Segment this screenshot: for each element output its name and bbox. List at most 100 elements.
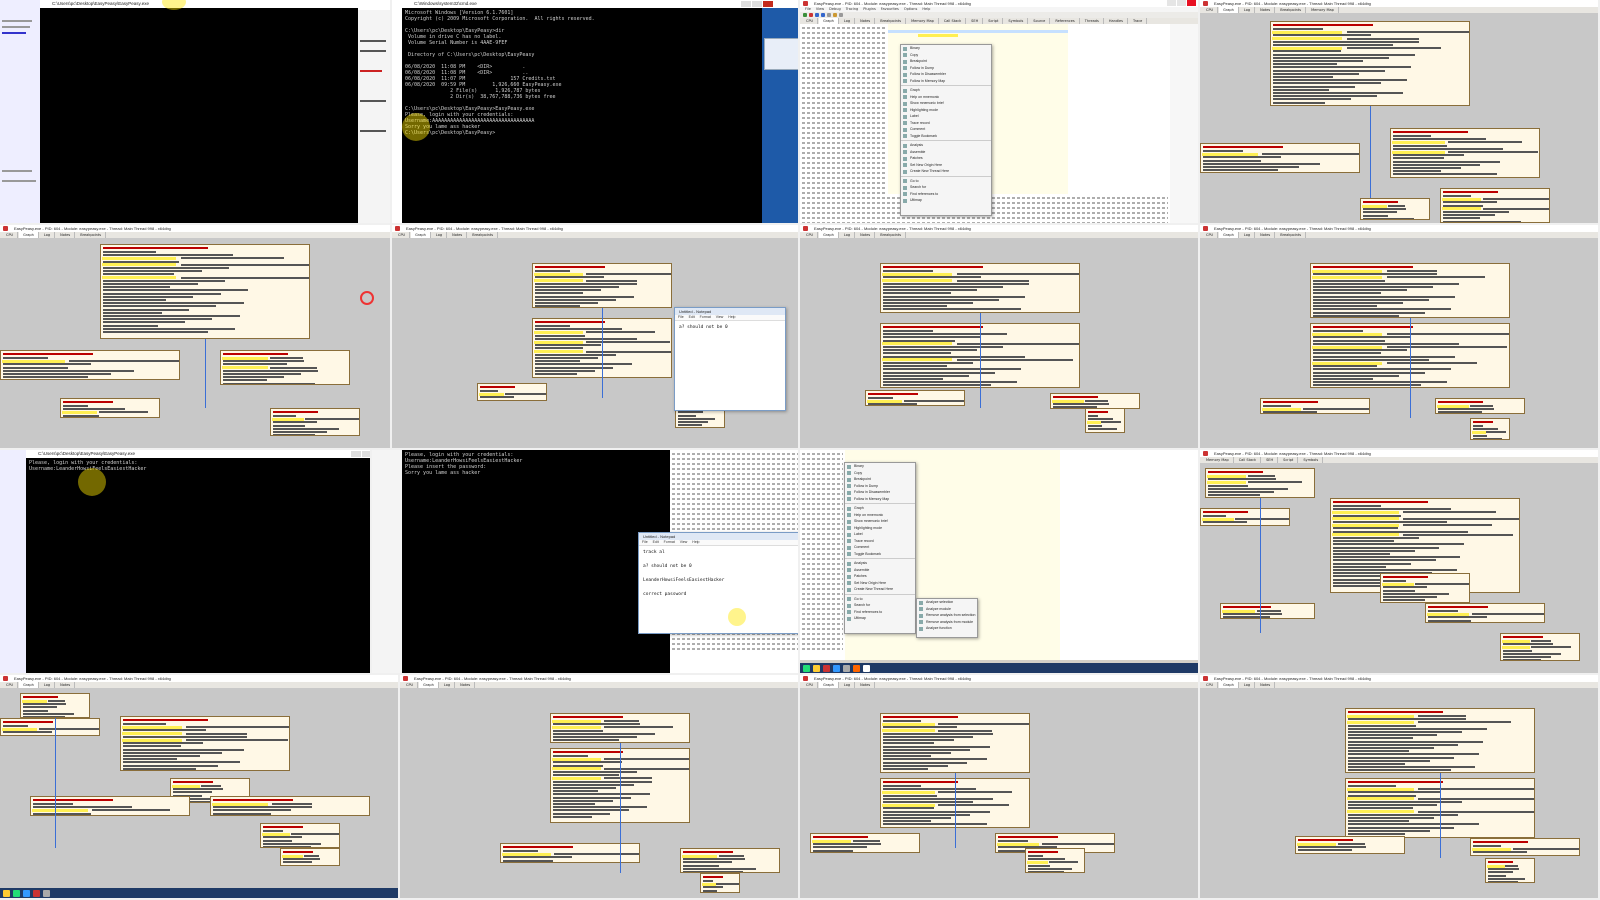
graph-code-block[interactable] bbox=[1310, 263, 1510, 318]
context-menu-label: Set New Origin Here bbox=[910, 162, 943, 167]
context-menu-item[interactable]: Ultimap bbox=[845, 615, 915, 622]
graph-code-block[interactable] bbox=[1390, 128, 1540, 178]
context-menu[interactable]: Binary Copy Breakpoint Follow in Dump Follow… bbox=[844, 462, 916, 634]
graph-code-block[interactable] bbox=[700, 873, 740, 893]
graph-code-block[interactable] bbox=[1205, 468, 1315, 498]
graph-code-block[interactable] bbox=[532, 263, 672, 308]
context-menu-item[interactable]: Follow in Memory Map bbox=[901, 78, 991, 85]
notepad-menu-item[interactable]: File bbox=[642, 540, 648, 544]
menu-separator bbox=[845, 593, 915, 595]
graph-code-block[interactable] bbox=[1425, 603, 1545, 623]
context-menu-item[interactable]: Create New Thread Here bbox=[901, 168, 991, 175]
dump-row bbox=[802, 87, 886, 89]
login-console[interactable]: Please, login with your credentials: User… bbox=[26, 458, 370, 673]
menu-item[interactable]: Tracing bbox=[846, 7, 859, 11]
notepad-menu-item[interactable]: Format bbox=[700, 315, 711, 319]
graph-code-block[interactable] bbox=[1470, 838, 1580, 856]
graph-code-block[interactable] bbox=[550, 713, 690, 743]
graph-code-block[interactable] bbox=[60, 398, 160, 418]
graph-code-block[interactable] bbox=[1345, 708, 1535, 773]
graph-code-block[interactable] bbox=[500, 843, 640, 863]
notepad-text[interactable]: track al a? should not be 0 LeanderHowsi… bbox=[639, 546, 798, 601]
graph-canvas[interactable] bbox=[400, 688, 798, 898]
menu-item[interactable]: Help bbox=[922, 7, 930, 11]
minimize-button[interactable] bbox=[741, 1, 751, 7]
graph-canvas[interactable] bbox=[1200, 238, 1598, 448]
context-menu-item[interactable]: Toggle Bookmark bbox=[901, 133, 991, 140]
context-menu-item[interactable]: Follow in Memory Map bbox=[845, 496, 915, 503]
notepad-text[interactable]: a? should not be 0 bbox=[675, 321, 785, 334]
tile-graph-2: EasyPeasy.exe - PID: 604 - Module: easyp… bbox=[0, 225, 392, 450]
graph-code-block[interactable] bbox=[865, 390, 965, 406]
graph-code-block[interactable] bbox=[1500, 633, 1580, 661]
context-menu-item[interactable]: Ultimap bbox=[901, 197, 991, 204]
notepad-menu-item[interactable]: Edit bbox=[653, 540, 659, 544]
notepad-menu-item[interactable]: Help bbox=[728, 315, 735, 319]
graph-code-block[interactable] bbox=[1050, 393, 1140, 409]
graph-code-block[interactable] bbox=[270, 408, 360, 436]
context-menu-item[interactable]: Create New Thread Here bbox=[845, 586, 915, 593]
graph-code-block[interactable] bbox=[220, 350, 350, 385]
notepad-menu-item[interactable]: View bbox=[680, 540, 688, 544]
graph-code-block[interactable] bbox=[20, 693, 90, 718]
graph-code-block[interactable] bbox=[30, 796, 190, 816]
graph-canvas[interactable] bbox=[1200, 463, 1598, 673]
graph-canvas[interactable] bbox=[800, 688, 1198, 898]
graph-code-block[interactable] bbox=[1360, 198, 1430, 220]
graph-canvas[interactable] bbox=[0, 688, 398, 888]
analysis-submenu[interactable]: Analyze selection Analyze module Remove an… bbox=[916, 598, 978, 638]
notepad-menu-item[interactable]: Help bbox=[692, 540, 699, 544]
graph-canvas[interactable] bbox=[1200, 13, 1598, 223]
graph-code-block[interactable] bbox=[1485, 858, 1535, 883]
menu-item-icon bbox=[903, 150, 907, 154]
graph-code-block[interactable] bbox=[260, 823, 340, 848]
graph-code-block[interactable] bbox=[1440, 188, 1550, 223]
graph-code-block[interactable] bbox=[100, 244, 310, 339]
graph-code-block[interactable] bbox=[1380, 573, 1470, 603]
graph-code-block[interactable] bbox=[1270, 21, 1470, 106]
graph-code-block[interactable] bbox=[880, 263, 1080, 313]
graph-code-block[interactable] bbox=[1085, 408, 1125, 433]
graph-code-block[interactable] bbox=[810, 833, 920, 853]
context-menu-item[interactable]: Toggle Bookmark bbox=[845, 551, 915, 558]
graph-code-block[interactable] bbox=[1200, 508, 1290, 526]
graph-canvas[interactable] bbox=[1200, 688, 1598, 898]
graph-code-block[interactable] bbox=[1435, 398, 1525, 414]
context-menu-item[interactable]: Analyze function bbox=[917, 625, 977, 632]
graph-canvas[interactable] bbox=[0, 238, 390, 448]
menu-item[interactable]: File bbox=[805, 7, 811, 11]
menu-item[interactable]: Debug bbox=[829, 7, 841, 11]
graph-code-block[interactable] bbox=[280, 848, 340, 866]
graph-code-block[interactable] bbox=[477, 383, 547, 401]
graph-code-block[interactable] bbox=[880, 713, 1030, 773]
menu-item[interactable]: Favourites bbox=[881, 7, 899, 11]
maximize-button[interactable] bbox=[752, 1, 762, 7]
context-menu[interactable]: Binary Copy Breakpoint Follow in Dump Follow… bbox=[900, 44, 992, 216]
graph-code-block[interactable] bbox=[1220, 603, 1315, 619]
graph-code-block[interactable] bbox=[0, 718, 100, 736]
graph-code-block[interactable] bbox=[1470, 418, 1510, 440]
context-menu-label: Ultimap bbox=[910, 198, 922, 202]
notepad-menu-item[interactable]: Format bbox=[664, 540, 675, 544]
graph-code-block[interactable] bbox=[0, 350, 180, 380]
tile-graph-notepad: EasyPeasy.exe - PID: 604 - Module: easyp… bbox=[392, 225, 800, 450]
menu-item-icon bbox=[903, 143, 907, 148]
graph-code-block[interactable] bbox=[1200, 143, 1360, 173]
graph-code-block[interactable] bbox=[680, 848, 780, 873]
close-button[interactable] bbox=[763, 1, 773, 7]
context-menu-label: Set New Origin Here bbox=[854, 580, 887, 585]
notepad-menu-item[interactable]: File bbox=[678, 315, 684, 319]
menu-item[interactable]: View bbox=[816, 7, 824, 11]
debugger-side-strip bbox=[0, 450, 26, 673]
dump-row bbox=[802, 618, 843, 620]
menu-item[interactable]: Options bbox=[904, 7, 918, 11]
notepad-menu-item[interactable]: View bbox=[716, 315, 724, 319]
graph-canvas[interactable] bbox=[800, 238, 1198, 448]
notepad-menu-item[interactable]: Edit bbox=[689, 315, 695, 319]
graph-code-block[interactable] bbox=[1295, 836, 1405, 854]
menu-item[interactable]: Plugins bbox=[863, 7, 876, 11]
graph-code-block[interactable] bbox=[1260, 398, 1370, 414]
graph-code-block[interactable] bbox=[120, 716, 290, 771]
graph-code-block[interactable] bbox=[1025, 848, 1085, 873]
graph-code-block[interactable] bbox=[210, 796, 370, 816]
